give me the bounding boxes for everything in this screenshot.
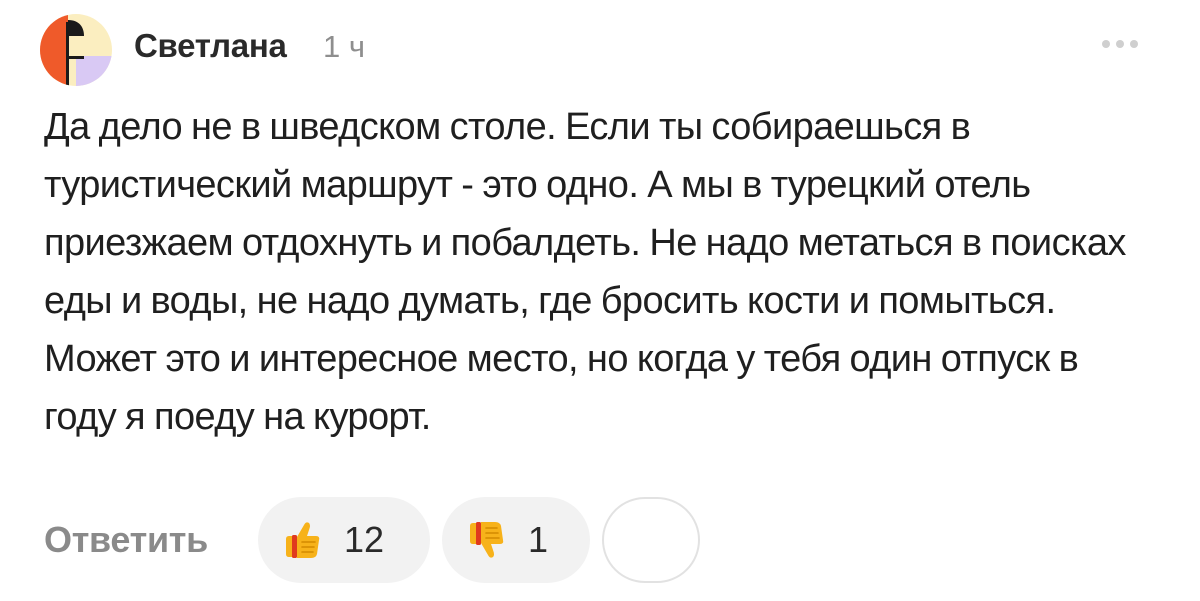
reply-button[interactable]: Ответить (44, 519, 208, 561)
comment-timestamp: 1 ч (323, 29, 366, 64)
dislike-count: 1 (528, 519, 549, 560)
more-dot-icon (1102, 40, 1110, 48)
like-button[interactable]: 12 (258, 497, 430, 583)
comment-text: Да дело не в шведском столе. Если ты соб… (44, 106, 1126, 438)
like-count: 12 (344, 519, 385, 560)
more-options-button[interactable] (1096, 30, 1144, 58)
comment-card: Светлана 1 ч Да дело не в шведском столе… (0, 0, 1200, 601)
dislike-button[interactable]: 1 (442, 497, 590, 583)
author-name[interactable]: Светлана (134, 27, 287, 65)
more-dot-icon (1116, 40, 1124, 48)
avatar[interactable] (40, 14, 112, 86)
avatar-pattern-icon (40, 14, 112, 86)
add-reaction-button[interactable] (602, 497, 700, 583)
thumbs-down-icon (470, 522, 504, 558)
thumbs-up-icon (286, 522, 320, 558)
more-dot-icon (1130, 40, 1138, 48)
